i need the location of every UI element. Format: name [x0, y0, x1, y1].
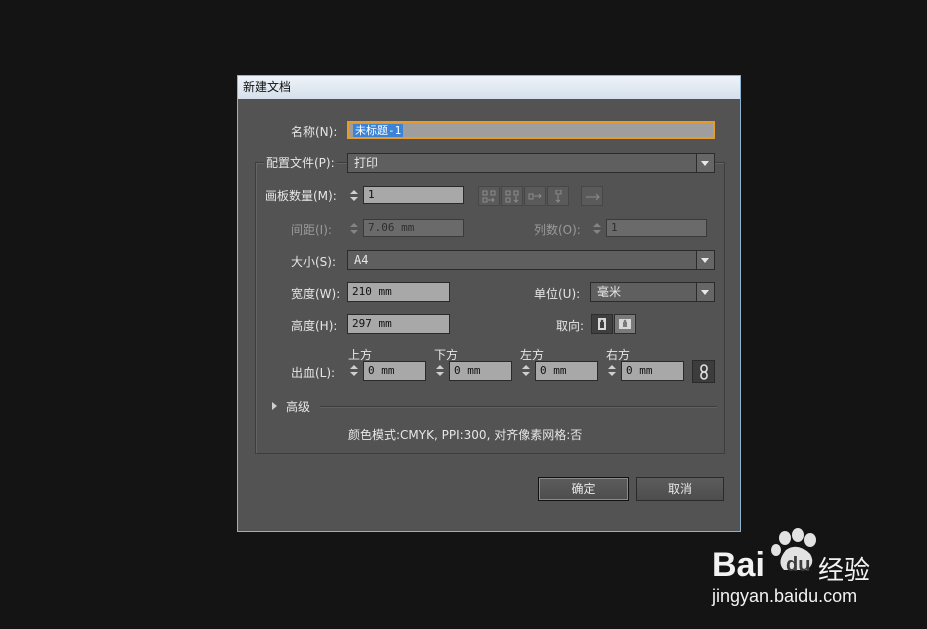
- advanced-toggle[interactable]: 高级: [286, 398, 310, 415]
- cancel-button[interactable]: 取消: [636, 477, 724, 501]
- name-value: 未标题-1: [353, 124, 404, 137]
- width-input[interactable]: 210 mm: [347, 282, 450, 302]
- artboards-input[interactable]: 1: [363, 186, 464, 204]
- bleed-top-input[interactable]: 0 mm: [363, 361, 426, 381]
- profile-select[interactable]: 打印: [347, 153, 715, 173]
- spacing-input[interactable]: 7.06 mm: [363, 219, 464, 237]
- chevron-down-icon: [696, 283, 714, 301]
- chevron-down-icon: [696, 154, 714, 172]
- baidu-brand-text: Bai: [712, 546, 765, 584]
- new-document-dialog: 新建文档 名称(N): 未标题-1 配置文件(P): 打印 画板数量(M): 1…: [237, 75, 741, 532]
- profile-label: 配置文件(P):: [264, 154, 337, 171]
- units-value: 毫米: [597, 285, 622, 299]
- spacing-label: 间距(I):: [291, 223, 332, 237]
- bleed-left-input[interactable]: 0 mm: [535, 361, 598, 381]
- columns-input[interactable]: 1: [606, 219, 707, 237]
- arrange-by-column-icon[interactable]: [547, 186, 569, 206]
- link-bleed-button[interactable]: [692, 360, 715, 383]
- jingyan-text: 经验: [818, 556, 871, 586]
- size-value: A4: [354, 253, 369, 267]
- name-input[interactable]: 未标题-1: [347, 121, 715, 139]
- columns-label: 列数(O):: [534, 223, 581, 237]
- ok-button[interactable]: 确定: [538, 477, 629, 501]
- name-label: 名称(N):: [291, 125, 338, 139]
- profile-value: 打印: [354, 156, 379, 170]
- baidu-brand-text-2: du: [786, 554, 811, 576]
- orientation-label: 取向:: [556, 319, 585, 333]
- bleed-right-input[interactable]: 0 mm: [621, 361, 684, 381]
- grid-by-row-icon[interactable]: [478, 186, 500, 206]
- size-label: 大小(S):: [291, 255, 337, 269]
- landscape-icon: [619, 319, 631, 329]
- settings-summary: 颜色模式:CMYK, PPI:300, 对齐像素网格:否: [348, 428, 583, 442]
- columns-stepper[interactable]: [591, 220, 605, 238]
- bleed-bottom-stepper[interactable]: [434, 362, 448, 380]
- portrait-orientation-button[interactable]: [591, 314, 613, 334]
- bleed-bottom-input[interactable]: 0 mm: [449, 361, 512, 381]
- landscape-orientation-button[interactable]: [614, 314, 636, 334]
- height-label: 高度(H):: [291, 319, 338, 333]
- artboards-stepper[interactable]: [348, 187, 362, 205]
- units-select[interactable]: 毫米: [590, 282, 715, 302]
- bleed-left-stepper[interactable]: [520, 362, 534, 380]
- advanced-divider: [320, 406, 717, 408]
- size-select[interactable]: A4: [347, 250, 715, 270]
- width-label: 宽度(W):: [291, 287, 341, 301]
- artboards-label: 画板数量(M):: [265, 189, 337, 203]
- bleed-label: 出血(L):: [291, 366, 336, 380]
- spacing-stepper[interactable]: [348, 220, 362, 238]
- portrait-icon: [598, 318, 606, 330]
- grid-by-column-icon[interactable]: [501, 186, 523, 206]
- disclosure-triangle-icon[interactable]: [272, 402, 277, 410]
- units-label: 单位(U):: [534, 287, 581, 301]
- chevron-down-icon: [696, 251, 714, 269]
- chain-link-icon: [700, 364, 708, 380]
- dialog-title: 新建文档: [238, 76, 740, 99]
- baidu-jingyan-watermark: Bai du 经验 jingyan.baidu.com: [710, 528, 880, 608]
- height-input[interactable]: 297 mm: [347, 314, 450, 334]
- bleed-top-stepper[interactable]: [348, 362, 362, 380]
- bleed-right-stepper[interactable]: [606, 362, 620, 380]
- arrange-by-row-icon[interactable]: [524, 186, 546, 206]
- right-to-left-icon[interactable]: [581, 186, 603, 206]
- watermark-url: jingyan.baidu.com: [712, 586, 858, 606]
